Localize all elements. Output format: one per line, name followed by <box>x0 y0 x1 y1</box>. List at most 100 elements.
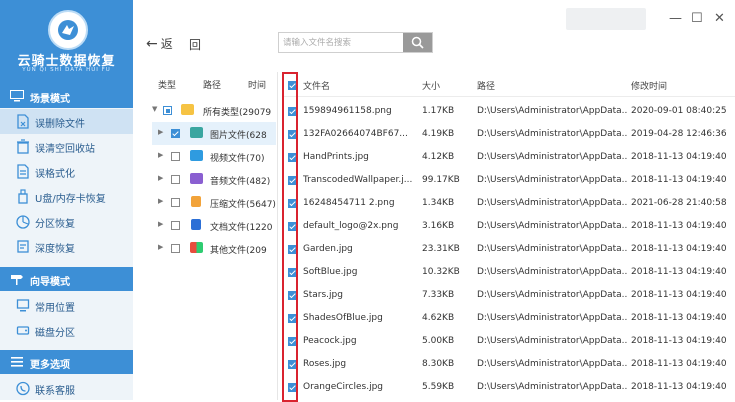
column-header-path[interactable]: 路径 <box>477 79 495 92</box>
tree-header-time[interactable]: 时间 <box>248 78 266 91</box>
tree-row-images[interactable]: ▶ 图片文件(628 <box>152 122 276 145</box>
minimize-button[interactable]: — <box>669 11 682 26</box>
tree-row-audio[interactable]: ▶ 音频文件(482) <box>152 168 276 191</box>
table-row[interactable]: SoftBlue.jpg 10.32KB D:\Users\Administrato… <box>283 261 735 284</box>
sidebar-item-recycle-bin[interactable]: 误清空回收站 <box>0 134 133 159</box>
close-button[interactable]: ✕ <box>714 11 725 26</box>
column-header-size[interactable]: 大小 <box>422 79 440 92</box>
sidebar-item-contact-support[interactable]: 联系客服 <box>0 376 133 401</box>
cell-path: D:\Users\Administrator\AppData... <box>477 382 627 392</box>
file-delete-icon <box>16 114 31 129</box>
table-row[interactable]: 16248454711 2.png 1.34KB D:\Users\Administ… <box>283 192 735 215</box>
section-header-scene-mode[interactable]: 场景模式 <box>0 84 133 108</box>
table-row[interactable]: default_logo@2x.png 3.16KB D:\Users\Admini… <box>283 215 735 238</box>
cell-filename: Garden.jpg <box>303 244 353 254</box>
sidebar-item-label: 误删除文件 <box>35 119 85 130</box>
refresh-button[interactable]: 回 <box>189 36 201 53</box>
sidebar: 云骑士数据恢复 YUN QI SHI DATA HUI FU 场景模式 误删除文… <box>0 0 133 400</box>
cell-modified: 2018-11-13 04:19:40 <box>631 382 727 392</box>
signpost-icon <box>10 273 24 288</box>
cell-filename: Peacock.jpg <box>303 336 357 346</box>
table-row[interactable]: Peacock.jpg 5.00KB D:\Users\Administrator\… <box>283 330 735 353</box>
sidebar-item-common-locations[interactable]: 常用位置 <box>0 293 133 318</box>
panel-divider[interactable] <box>277 72 278 400</box>
table-row[interactable]: Garden.jpg 23.31KB D:\Users\Administrator\… <box>283 238 735 261</box>
partition-icon <box>16 214 31 229</box>
tree-checkbox[interactable] <box>163 106 172 115</box>
table-row[interactable]: OrangeCircles.jpg 5.59KB D:\Users\Administ… <box>283 376 735 399</box>
sidebar-item-disk-partitions[interactable]: 磁盘分区 <box>0 318 133 343</box>
tree-row-label: 文档文件(1220 <box>210 223 273 233</box>
document-icon <box>191 219 201 230</box>
table-row[interactable]: HandPrints.jpg 4.12KB D:\Users\Administrat… <box>283 146 735 169</box>
image-icon <box>190 127 203 138</box>
expand-icon[interactable]: ▶ <box>158 151 163 159</box>
cell-filename: HandPrints.jpg <box>303 152 369 162</box>
tree-header-path[interactable]: 路径 <box>203 78 221 91</box>
file-table: 文件名 大小 路径 修改时间 159894961158.png 1.17KB D:\… <box>283 72 735 400</box>
tree-checkbox[interactable] <box>171 129 180 138</box>
column-header-filename[interactable]: 文件名 <box>303 79 330 92</box>
tree-checkbox[interactable] <box>171 175 180 184</box>
monitor-icon <box>10 90 24 105</box>
table-row[interactable]: Roses.jpg 8.30KB D:\Users\Administrator\Ap… <box>283 353 735 376</box>
sidebar-item-label: 联系客服 <box>35 386 75 397</box>
tree-checkbox[interactable] <box>171 244 180 253</box>
cell-path: D:\Users\Administrator\AppData... <box>477 359 627 369</box>
expand-icon[interactable]: ▶ <box>158 128 163 136</box>
phone-icon <box>16 381 31 396</box>
tree-header-type[interactable]: 类型 <box>158 78 176 91</box>
tree-row-all-types[interactable]: ▼ 所有类型(29079 <box>152 99 276 122</box>
deep-scan-icon <box>16 239 31 254</box>
section-header-wizard-mode[interactable]: 向导模式 <box>0 267 133 291</box>
cell-size: 1.17KB <box>422 106 455 116</box>
cell-modified: 2018-11-13 04:19:40 <box>631 336 727 346</box>
table-row[interactable]: Stars.jpg 7.33KB D:\Users\Administrator\Ap… <box>283 284 735 307</box>
cell-filename: default_logo@2x.png <box>303 221 399 231</box>
sidebar-item-deleted-files[interactable]: 误删除文件 <box>0 109 133 134</box>
table-row[interactable]: 159894961158.png 1.17KB D:\Users\Administr… <box>283 100 735 123</box>
tree-row-other-files[interactable]: ▶ 其他文件(209 <box>152 237 276 260</box>
expand-icon[interactable]: ▶ <box>158 243 163 251</box>
tree-row-documents[interactable]: ▶ 文档文件(1220 <box>152 214 276 237</box>
maximize-button[interactable]: ☐ <box>691 11 703 26</box>
audio-icon <box>190 173 203 184</box>
table-row[interactable]: 132FA02664074BF67... 4.19KB D:\Users\Admin… <box>283 123 735 146</box>
cell-filename: 132FA02664074BF67... <box>303 129 408 139</box>
expand-icon[interactable]: ▶ <box>158 174 163 182</box>
tree-row-videos[interactable]: ▶ 视频文件(70) <box>152 145 276 168</box>
cell-path: D:\Users\Administrator\AppData... <box>477 152 627 162</box>
expand-icon[interactable]: ▶ <box>158 197 163 205</box>
other-files-icon <box>190 242 203 253</box>
search-input[interactable] <box>279 33 409 52</box>
sidebar-item-partition-recovery[interactable]: 分区恢复 <box>0 209 133 234</box>
logo-area: 云骑士数据恢复 YUN QI SHI DATA HUI FU <box>0 0 133 84</box>
cell-path: D:\Users\Administrator\AppData... <box>477 267 627 277</box>
tree-row-label: 图片文件(628 <box>210 131 267 141</box>
sidebar-item-usb-recovery[interactable]: U盘/内存卡恢复 <box>0 184 133 209</box>
app-subtitle: YUN QI SHI DATA HUI FU <box>22 67 111 73</box>
sidebar-item-format[interactable]: 误格式化 <box>0 159 133 184</box>
column-header-modified[interactable]: 修改时间 <box>631 79 667 92</box>
table-row[interactable]: ShadesOfBlue.jpg 4.62KB D:\Users\Administr… <box>283 307 735 330</box>
cell-modified: 2021-06-28 21:40:58 <box>631 198 727 208</box>
cell-size: 10.32KB <box>422 267 460 277</box>
tree-checkbox[interactable] <box>171 198 180 207</box>
tree-checkbox[interactable] <box>171 152 180 161</box>
cell-path: D:\Users\Administrator\AppData... <box>477 106 627 116</box>
tree-row-archives[interactable]: ▶ 压缩文件(5647) <box>152 191 276 214</box>
table-row[interactable]: TranscodedWallpaper.j... 99.17KB D:\Users\… <box>283 169 735 192</box>
back-button[interactable]: ← 返 <box>146 35 173 52</box>
search-button[interactable] <box>403 33 432 52</box>
collapse-icon[interactable]: ▼ <box>152 105 157 113</box>
cell-path: D:\Users\Administrator\AppData... <box>477 290 627 300</box>
expand-icon[interactable]: ▶ <box>158 220 163 228</box>
tree-row-label: 视频文件(70) <box>210 154 265 164</box>
section-header-more-options[interactable]: 更多选项 <box>0 350 133 374</box>
cell-path: D:\Users\Administrator\AppData... <box>477 244 627 254</box>
sidebar-item-deep-recovery[interactable]: 深度恢复 <box>0 234 133 259</box>
tree-checkbox[interactable] <box>171 221 180 230</box>
cell-size: 4.62KB <box>422 313 455 323</box>
format-icon <box>16 164 31 179</box>
cell-modified: 2018-11-13 04:19:40 <box>631 359 727 369</box>
